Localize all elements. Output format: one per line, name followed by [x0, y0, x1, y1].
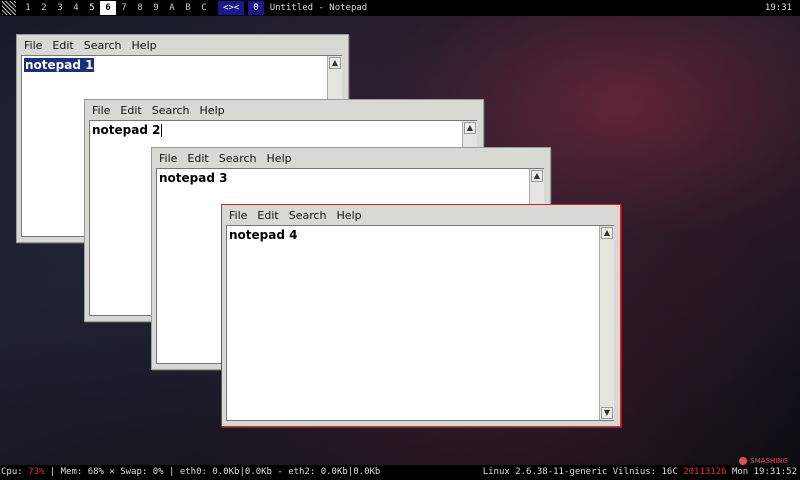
- vertical-scrollbar[interactable]: ▲ ▼: [599, 226, 614, 420]
- workspace-c[interactable]: C: [196, 1, 212, 15]
- menu-search[interactable]: Search: [147, 104, 195, 117]
- menu-bar: File Edit Search Help: [19, 35, 348, 55]
- time-value: Mon 19:31:52: [726, 467, 797, 477]
- client-count: 0: [248, 1, 264, 15]
- bottom-status-bar: Cpu: 73% | Mem: 68% × Swap: 0% | eth0: 0…: [0, 465, 800, 480]
- text-content[interactable]: notepad 1: [24, 58, 95, 72]
- cpu-label: Cpu:: [1, 467, 23, 477]
- text-cursor: [161, 124, 163, 137]
- menu-edit[interactable]: Edit: [47, 39, 78, 52]
- workspace-a[interactable]: A: [164, 1, 180, 15]
- menu-bar: File Edit Search Help: [87, 100, 483, 120]
- workspace-6[interactable]: 6: [100, 1, 116, 15]
- scroll-up-icon[interactable]: ▲: [464, 122, 476, 134]
- menu-help[interactable]: Help: [262, 152, 297, 165]
- menu-file[interactable]: File: [224, 209, 252, 222]
- menu-help[interactable]: Help: [127, 39, 162, 52]
- focused-window-title: Untitled - Notepad: [269, 3, 368, 13]
- smashing-text: SMASHING: [750, 457, 788, 465]
- workspace-9[interactable]: 9: [148, 1, 164, 15]
- smashing-icon: [739, 457, 748, 465]
- workspace-1[interactable]: 1: [20, 1, 36, 15]
- text-content[interactable]: notepad 3: [159, 171, 227, 185]
- workspace-5[interactable]: 5: [84, 1, 100, 15]
- menu-bar: File Edit Search Help: [224, 205, 620, 225]
- system-stats: Cpu: 73% | Mem: 68% × Swap: 0% | eth0: 0…: [1, 465, 380, 480]
- notepad-window-4[interactable]: File Edit Search Help notepad 4 ▲ ▼: [221, 204, 621, 427]
- workspace-7[interactable]: 7: [116, 1, 132, 15]
- scroll-up-icon[interactable]: ▲: [531, 170, 543, 182]
- menu-edit[interactable]: Edit: [182, 152, 213, 165]
- mem-net-stats: | Mem: 68% × Swap: 0% | eth0: 0.0Kb|0.0K…: [44, 467, 381, 477]
- menu-search[interactable]: Search: [79, 39, 127, 52]
- cpu-value: 73%: [28, 467, 45, 477]
- text-content[interactable]: notepad 2: [92, 123, 163, 137]
- text-content[interactable]: notepad 4: [229, 228, 297, 242]
- smashing-logo: SMASHING: [739, 457, 788, 465]
- menu-search[interactable]: Search: [214, 152, 262, 165]
- menu-file[interactable]: File: [19, 39, 47, 52]
- workspace-8[interactable]: 8: [132, 1, 148, 15]
- workspace-4[interactable]: 4: [68, 1, 84, 15]
- menu-help[interactable]: Help: [332, 209, 367, 222]
- scroll-down-icon[interactable]: ▼: [601, 407, 613, 419]
- date-value: 20113126: [683, 467, 727, 477]
- menu-search[interactable]: Search: [284, 209, 332, 222]
- layout-icon[interactable]: [2, 1, 16, 15]
- system-info: Linux 2.6.38-11-generic Vilnius: 16C 201…: [483, 465, 797, 480]
- top-status-bar: 1 2 3 4 5 6 7 8 9 A B C <>< 0 Untitled -…: [0, 0, 800, 16]
- scroll-up-icon[interactable]: ▲: [329, 57, 341, 69]
- text-area[interactable]: notepad 4 ▲ ▼: [226, 225, 614, 421]
- menu-help[interactable]: Help: [195, 104, 230, 117]
- menu-edit[interactable]: Edit: [252, 209, 283, 222]
- kernel-weather: Linux 2.6.38-11-generic Vilnius: 16C: [482, 467, 684, 477]
- layout-symbol[interactable]: <><: [218, 1, 245, 15]
- clock: 19:31: [764, 3, 792, 13]
- workspace-b[interactable]: B: [180, 1, 196, 15]
- workspace-2[interactable]: 2: [36, 1, 52, 15]
- menu-bar: File Edit Search Help: [154, 148, 550, 168]
- menu-edit[interactable]: Edit: [115, 104, 146, 117]
- menu-file[interactable]: File: [154, 152, 182, 165]
- menu-file[interactable]: File: [87, 104, 115, 117]
- scroll-up-icon[interactable]: ▲: [601, 227, 613, 239]
- workspace-3[interactable]: 3: [52, 1, 68, 15]
